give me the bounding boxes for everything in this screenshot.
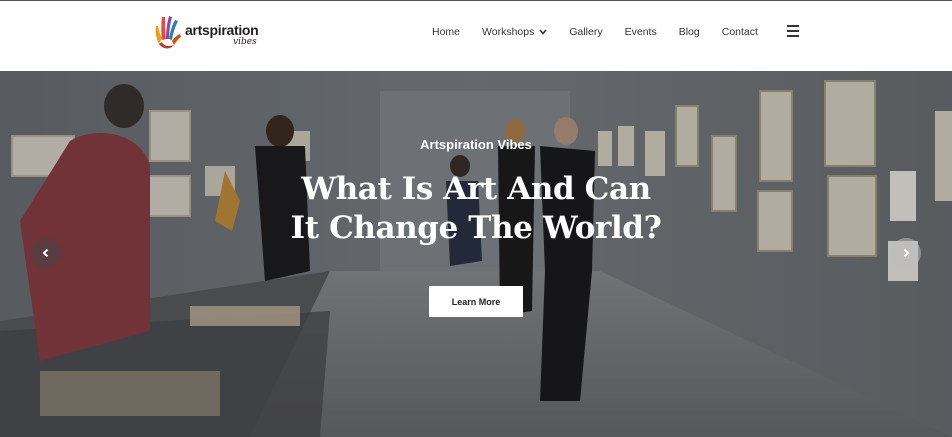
site-logo[interactable]: artspiration vibes bbox=[153, 13, 263, 53]
nav-contact[interactable]: Contact bbox=[722, 26, 758, 38]
nav-home[interactable]: Home bbox=[432, 26, 460, 38]
site-header: artspiration vibes Home Workshops Galler… bbox=[0, 1, 952, 71]
nav-gallery[interactable]: Gallery bbox=[569, 26, 602, 38]
hero-slider: Artspiration Vibes What Is Art And Can I… bbox=[0, 71, 952, 437]
hand-logo-icon bbox=[155, 16, 181, 49]
nav-workshops[interactable]: Workshops bbox=[482, 26, 547, 38]
slider-prev-button[interactable] bbox=[31, 238, 61, 268]
hero-title: What Is Art And Can It Change The World? bbox=[0, 170, 952, 248]
slider-next-button[interactable] bbox=[891, 238, 921, 268]
logo-name: artspiration bbox=[185, 22, 259, 38]
hero-overlay bbox=[0, 71, 952, 437]
hamburger-menu-icon[interactable] bbox=[787, 25, 799, 37]
nav-events[interactable]: Events bbox=[625, 26, 657, 38]
menu-bar bbox=[787, 30, 799, 32]
nav-blog[interactable]: Blog bbox=[679, 26, 700, 38]
hero-title-line-2: It Change The World? bbox=[290, 210, 662, 246]
menu-bar bbox=[787, 25, 799, 27]
logo-wordmark: artspiration vibes bbox=[185, 14, 261, 52]
main-nav: Home Workshops Gallery Events Blog Conta… bbox=[432, 1, 758, 63]
learn-more-button[interactable]: Learn More bbox=[429, 286, 523, 317]
hero-eyebrow: Artspiration Vibes bbox=[420, 137, 532, 152]
chevron-left-icon bbox=[42, 248, 49, 258]
chevron-right-icon bbox=[903, 248, 910, 258]
logo-tagline: vibes bbox=[233, 37, 257, 47]
menu-bar bbox=[787, 35, 799, 37]
hero-title-line-1: What Is Art And Can bbox=[301, 171, 651, 207]
nav-workshops-label: Workshops bbox=[482, 26, 535, 38]
chevron-down-icon bbox=[539, 29, 547, 35]
